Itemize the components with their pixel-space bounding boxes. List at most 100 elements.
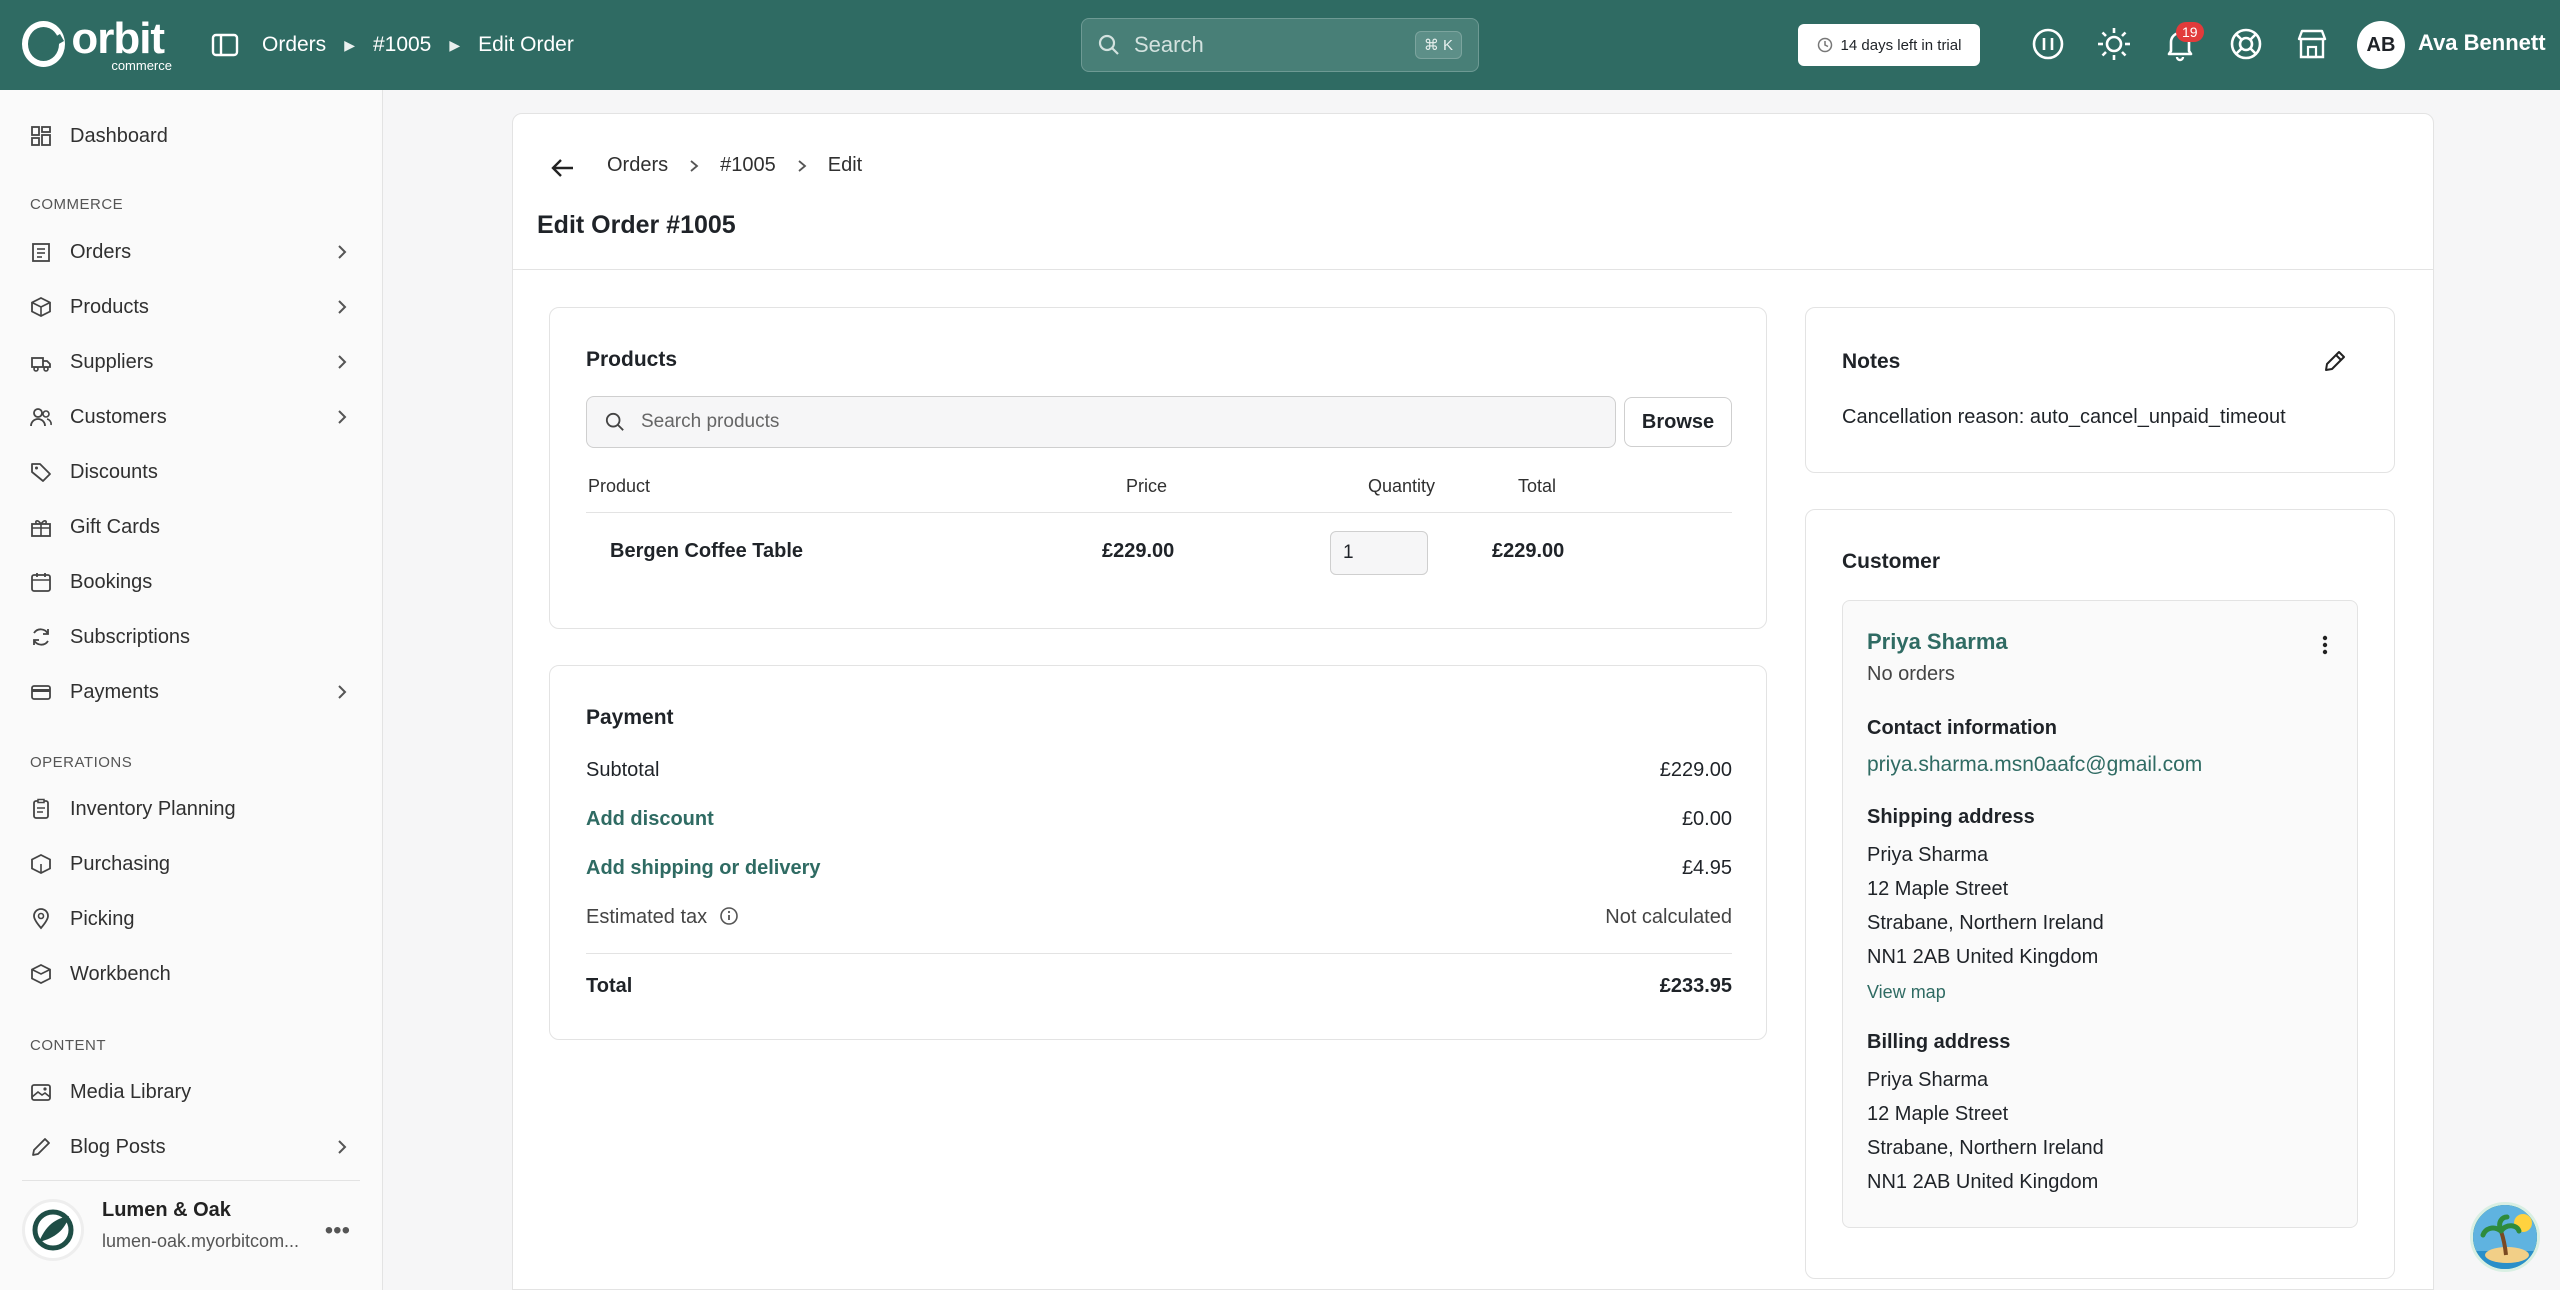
discount-row: Add discount £0.00 xyxy=(586,808,1732,831)
sidebar-item-products[interactable]: Products xyxy=(30,287,360,327)
sidebar-item-inventory-planning[interactable]: Inventory Planning xyxy=(30,789,360,829)
trial-badge[interactable]: 14 days left in trial xyxy=(1798,24,1980,66)
sidebar-item-bookings[interactable]: Bookings xyxy=(30,562,360,602)
line-item-price: £229.00 xyxy=(1102,540,1175,562)
browse-button[interactable]: Browse xyxy=(1624,397,1732,447)
suppliers-icon xyxy=(31,357,51,372)
page-title: Edit Order #1005 xyxy=(537,211,736,239)
sidebar-item-subscriptions[interactable]: Subscriptions xyxy=(30,617,360,657)
purchase-box-icon xyxy=(31,853,51,875)
sidebar-item-label: Media Library xyxy=(70,1080,192,1103)
trial-text: 14 days left in trial xyxy=(1840,36,1962,54)
tropical-island-icon xyxy=(2473,1205,2537,1269)
workbench-icon xyxy=(31,963,51,985)
back-arrow-icon[interactable] xyxy=(549,154,577,182)
sidebar-item-label: Gift Cards xyxy=(70,515,161,538)
payment-card-title: Payment xyxy=(586,706,674,729)
sidebar-item-picking[interactable]: Picking xyxy=(30,899,360,939)
ai-assistant-icon[interactable] xyxy=(2030,26,2066,62)
orbit-logo[interactable]: orbit commerce xyxy=(22,13,172,72)
sidebar-item-dashboard[interactable]: Dashboard xyxy=(30,116,360,156)
sidebar-item-label: Payments xyxy=(70,680,159,703)
help-lifebuoy-icon[interactable] xyxy=(2228,26,2264,62)
breadcrumb-order-number[interactable]: #1005 xyxy=(720,154,776,177)
billing-address-line: NN1 2AB United Kingdom xyxy=(1867,1171,2099,1193)
sidebar-item-suppliers[interactable]: Suppliers xyxy=(30,342,360,382)
discount-tag-icon xyxy=(31,463,51,482)
product-search-input[interactable]: Search products xyxy=(586,396,1616,448)
user-name[interactable]: Ava Bennett xyxy=(2418,30,2546,56)
global-search-input[interactable]: Search ⌘ K xyxy=(1081,18,1479,72)
top-breadcrumb-orders[interactable]: Orders xyxy=(262,33,326,57)
sidebar-toggle-icon[interactable] xyxy=(210,30,240,60)
billing-address-line: Priya Sharma xyxy=(1867,1069,1989,1091)
customer-email-link[interactable]: priya.sharma.msn0aafc@gmail.com xyxy=(1867,753,2202,777)
sidebar-item-media-library[interactable]: Media Library xyxy=(30,1072,360,1112)
store-leaf-logo-icon xyxy=(32,1209,74,1251)
sidebar-item-orders[interactable]: Orders xyxy=(30,232,360,272)
breadcrumb-orders[interactable]: Orders xyxy=(607,154,668,177)
notes-text: Cancellation reason: auto_cancel_unpaid_… xyxy=(1842,406,2286,428)
sidebar-item-label: Inventory Planning xyxy=(70,797,236,820)
kebab-menu-icon[interactable] xyxy=(2313,633,2337,657)
sidebar-item-payments[interactable]: Payments xyxy=(30,672,360,712)
chevron-right-icon xyxy=(338,1140,347,1154)
payment-card: Payment Subtotal £229.00 Add discount £0… xyxy=(549,665,1767,1040)
refresh-icon xyxy=(33,628,49,646)
store-logo xyxy=(22,1199,84,1261)
shipping-address-line: 12 Maple Street xyxy=(1867,878,2009,900)
billing-address-label: Billing address xyxy=(1867,1031,2011,1053)
orbit-logo-mark-icon xyxy=(22,21,66,67)
chevron-right-icon xyxy=(338,245,347,259)
add-discount-link[interactable]: Add discount xyxy=(586,808,714,830)
notes-card-title: Notes xyxy=(1842,350,1901,373)
table-divider xyxy=(586,512,1732,513)
user-avatar[interactable]: AB xyxy=(2357,21,2405,69)
main-panel: Orders #1005 Edit Edit Order #1005 Produ… xyxy=(512,113,2434,1290)
store-switcher[interactable]: Lumen & Oak lumen-oak.myorbitcom... ••• xyxy=(22,1180,360,1268)
image-icon xyxy=(31,1084,51,1101)
sidebar-item-label: Workbench xyxy=(70,962,171,985)
more-options-icon[interactable]: ••• xyxy=(325,1217,350,1245)
contact-info-label: Contact information xyxy=(1867,717,2057,739)
card-icon xyxy=(31,685,51,700)
sidebar-item-purchasing[interactable]: Purchasing xyxy=(30,844,360,884)
top-breadcrumb-current: Edit Order xyxy=(478,33,574,56)
customer-card: Customer Priya Sharma No orders Contact … xyxy=(1805,509,2395,1279)
notes-card: Notes Cancellation reason: auto_cancel_u… xyxy=(1805,307,2395,473)
brand-name: orbit xyxy=(71,13,165,63)
line-item-total: £229.00 xyxy=(1492,540,1565,562)
page-header: Orders #1005 Edit Edit Order #1005 xyxy=(513,114,2433,270)
theme-sun-icon[interactable] xyxy=(2096,26,2132,62)
chevron-right-icon xyxy=(798,159,807,172)
products-card: Products Search products Browse Product … xyxy=(549,307,1767,629)
search-placeholder: Search xyxy=(1134,32,1204,57)
estimated-tax-value: Not calculated xyxy=(1605,906,1732,928)
breadcrumb-current: Edit xyxy=(827,154,863,176)
sidebar-item-label: Dashboard xyxy=(70,124,168,147)
storefront-icon[interactable] xyxy=(2294,26,2330,62)
subtotal-label: Subtotal xyxy=(586,759,660,781)
notification-count-badge: 19 xyxy=(2176,22,2204,42)
calendar-icon xyxy=(31,573,51,592)
top-breadcrumb-order-number[interactable]: #1005 xyxy=(373,33,431,57)
sidebar: Dashboard COMMERCE Orders Products Suppl… xyxy=(0,90,383,1290)
sidebar-item-customers[interactable]: Customers xyxy=(30,397,360,437)
customer-name-link[interactable]: Priya Sharma xyxy=(1867,629,2008,655)
sidebar-item-discounts[interactable]: Discounts xyxy=(30,452,360,492)
sidebar-item-workbench[interactable]: Workbench xyxy=(30,954,360,994)
info-icon[interactable] xyxy=(719,906,739,926)
add-shipping-link[interactable]: Add shipping or delivery xyxy=(586,857,820,879)
sidebar-item-blog-posts[interactable]: Blog Posts xyxy=(30,1127,360,1167)
clock-icon xyxy=(1817,37,1832,53)
chat-help-bubble[interactable] xyxy=(2470,1202,2540,1272)
edit-pencil-icon[interactable] xyxy=(2322,348,2348,374)
gift-icon xyxy=(31,520,51,537)
column-header-quantity: Quantity xyxy=(1368,476,1436,496)
products-card-title: Products xyxy=(586,348,678,371)
clipboard-icon xyxy=(33,798,49,819)
products-icon xyxy=(31,296,51,318)
quantity-input[interactable]: 1 xyxy=(1330,531,1428,575)
sidebar-item-gift-cards[interactable]: Gift Cards xyxy=(30,507,360,547)
view-map-link[interactable]: View map xyxy=(1867,982,1946,1003)
